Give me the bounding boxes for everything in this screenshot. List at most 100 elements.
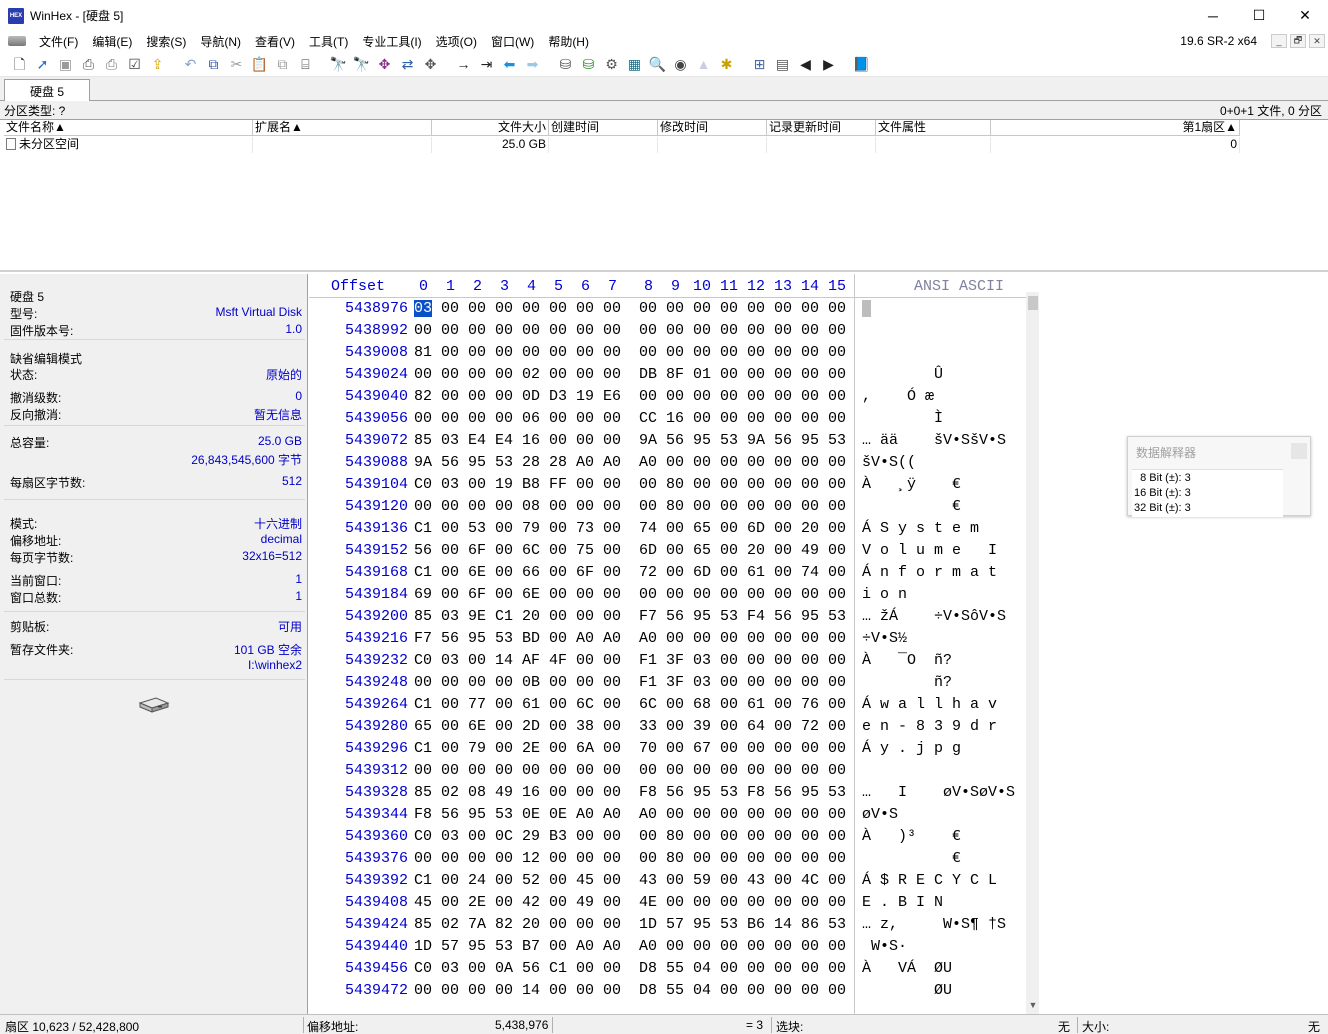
- hex-byte[interactable]: 45: [414, 894, 432, 911]
- hex-byte[interactable]: 00: [828, 300, 846, 317]
- hex-byte[interactable]: 00: [603, 498, 621, 515]
- ascii-text[interactable]: €: [862, 850, 961, 867]
- hex-byte[interactable]: FF: [549, 476, 567, 493]
- hex-byte[interactable]: 00: [666, 542, 684, 559]
- hex-byte[interactable]: 00: [414, 410, 432, 427]
- hex-byte[interactable]: 00: [801, 960, 819, 977]
- properties-button[interactable]: ☑: [123, 53, 146, 75]
- hex-offset[interactable]: 5439200: [329, 608, 408, 625]
- hex-byte[interactable]: 00: [576, 322, 594, 339]
- hex-offset[interactable]: 5439456: [329, 960, 408, 977]
- hex-byte[interactable]: 00: [603, 322, 621, 339]
- hex-byte[interactable]: 00: [468, 388, 486, 405]
- hex-byte[interactable]: 00: [549, 520, 567, 537]
- hex-byte[interactable]: 00: [774, 982, 792, 999]
- hex-byte[interactable]: 00: [495, 520, 513, 537]
- hex-byte[interactable]: 00: [549, 916, 567, 933]
- hex-byte[interactable]: 00: [603, 784, 621, 801]
- hex-byte[interactable]: 00: [495, 762, 513, 779]
- hex-byte[interactable]: 6E: [522, 586, 540, 603]
- hex-byte[interactable]: 00: [747, 652, 765, 669]
- hex-byte[interactable]: 00: [747, 740, 765, 757]
- hex-byte[interactable]: 52: [522, 872, 540, 889]
- hex-byte[interactable]: 00: [693, 498, 711, 515]
- hex-byte[interactable]: 00: [774, 740, 792, 757]
- ascii-text[interactable]: øV•S: [862, 806, 898, 823]
- hex-byte[interactable]: 45: [576, 872, 594, 889]
- hex-byte[interactable]: C1: [549, 960, 567, 977]
- hex-row[interactable]: 5439232 C0 03 00 14 AF 4F 00 00 F1 3F 03 00 00 00 00 00 À…: [309, 650, 1026, 672]
- hex-byte[interactable]: 00: [441, 740, 459, 757]
- hex-row[interactable]: 5439376 00 00 00 00 12 00 00 00 00 80 00 00 00 00 00 00 …: [309, 848, 1026, 870]
- hex-offset[interactable]: 5439040: [329, 388, 408, 405]
- hex-byte[interactable]: 2D: [522, 718, 540, 735]
- hex-byte[interactable]: 95: [468, 938, 486, 955]
- hex-byte[interactable]: 00: [495, 366, 513, 383]
- hex-byte[interactable]: 00: [720, 652, 738, 669]
- hex-byte[interactable]: 00: [549, 696, 567, 713]
- hex-row[interactable]: 5439312 00 00 00 00 00 00 00 00 00 00 00 00 00 00 00 00: [309, 760, 1026, 782]
- hex-byte[interactable]: 00: [774, 322, 792, 339]
- hex-offset[interactable]: 5439168: [329, 564, 408, 581]
- hex-byte[interactable]: 28: [522, 454, 540, 471]
- hex-byte[interactable]: 00: [549, 762, 567, 779]
- hex-row[interactable]: 5439136 C1 00 53 00 79 00 73 00 74 00 65 00 6D 00 20 00 Á…: [309, 518, 1026, 540]
- hex-row[interactable]: 5438976 03 00 00 00 00 00 00 00 00 00 00 00 00 00 00 00: [309, 298, 1026, 320]
- hex-byte[interactable]: 00: [603, 960, 621, 977]
- hex-byte[interactable]: 00: [828, 806, 846, 823]
- hex-byte[interactable]: D8: [639, 982, 657, 999]
- hex-byte[interactable]: 00: [693, 894, 711, 911]
- hex-byte[interactable]: 00: [441, 762, 459, 779]
- hex-byte[interactable]: 53: [720, 784, 738, 801]
- hex-byte[interactable]: 00: [603, 718, 621, 735]
- hex-byte[interactable]: 00: [801, 806, 819, 823]
- hex-byte[interactable]: 00: [603, 696, 621, 713]
- hex-byte[interactable]: 00: [666, 564, 684, 581]
- winhex-app-icon[interactable]: HEX: [8, 7, 24, 24]
- column-header[interactable]: 记录更新时间: [767, 120, 876, 136]
- offset-header[interactable]: Offset: [331, 278, 385, 295]
- hex-byte[interactable]: 00: [801, 300, 819, 317]
- hex-byte[interactable]: 61: [747, 696, 765, 713]
- hex-byte[interactable]: 14: [522, 982, 540, 999]
- hex-byte[interactable]: 4F: [549, 652, 567, 669]
- hex-byte[interactable]: 95: [693, 608, 711, 625]
- hex-byte[interactable]: 00: [576, 476, 594, 493]
- info-offset-value[interactable]: decimal: [261, 532, 302, 546]
- cut-button[interactable]: ✂: [225, 53, 248, 75]
- hex-byte[interactable]: 00: [549, 740, 567, 757]
- hex-byte[interactable]: 00: [666, 630, 684, 647]
- hex-offset[interactable]: 5439248: [329, 674, 408, 691]
- forward-button[interactable]: ➡: [521, 53, 544, 75]
- hex-byte[interactable]: 00: [576, 366, 594, 383]
- hex-byte[interactable]: 00: [495, 322, 513, 339]
- find-hex-values-button[interactable]: ✥: [419, 53, 442, 75]
- hex-byte[interactable]: 00: [414, 850, 432, 867]
- hex-byte[interactable]: 00: [828, 894, 846, 911]
- hex-byte[interactable]: 00: [720, 938, 738, 955]
- hex-byte[interactable]: 00: [720, 630, 738, 647]
- hex-byte[interactable]: 56: [666, 608, 684, 625]
- menu-view[interactable]: 查看(V): [248, 33, 302, 50]
- hex-byte[interactable]: 12: [522, 850, 540, 867]
- hex-byte[interactable]: 14: [495, 652, 513, 669]
- view-mode-button[interactable]: ⊞: [748, 53, 771, 75]
- hex-byte[interactable]: 6D: [639, 542, 657, 559]
- close-button[interactable]: ✕: [1282, 0, 1328, 31]
- hex-byte[interactable]: 06: [522, 410, 540, 427]
- hex-byte[interactable]: 57: [441, 938, 459, 955]
- hex-byte[interactable]: 00: [603, 432, 621, 449]
- hex-byte[interactable]: 64: [747, 718, 765, 735]
- hex-byte[interactable]: E6: [603, 388, 621, 405]
- hex-byte[interactable]: 00: [495, 542, 513, 559]
- hex-byte[interactable]: 6C: [639, 696, 657, 713]
- hex-byte[interactable]: 00: [747, 498, 765, 515]
- ascii-text[interactable]: … z, W•S¶ †S: [862, 916, 1006, 933]
- hex-byte[interactable]: 00: [828, 410, 846, 427]
- hex-row[interactable]: 5439056 00 00 00 00 06 00 00 00 CC 16 00 00 00 00 00 00 …: [309, 408, 1026, 430]
- hex-byte[interactable]: 20: [522, 916, 540, 933]
- hex-byte[interactable]: 00: [549, 938, 567, 955]
- status-block-value[interactable]: 无: [1058, 1018, 1070, 1034]
- new-button[interactable]: 🗋: [8, 53, 31, 75]
- hex-byte[interactable]: 6E: [468, 718, 486, 735]
